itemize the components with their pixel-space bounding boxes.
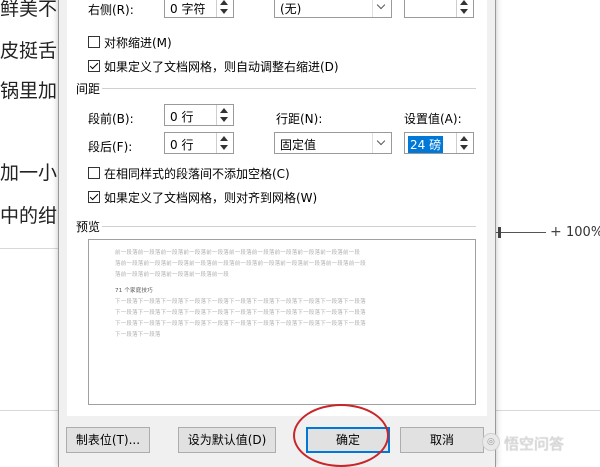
indent-amount-spinner[interactable] [404, 0, 474, 18]
spin-down-icon[interactable] [220, 117, 228, 122]
watermark-text: 悟空问答 [504, 435, 565, 453]
dropdown-button[interactable] [372, 133, 391, 153]
mirror-indent-label[interactable]: 对称缩进(M) [104, 34, 172, 51]
spin-down-icon[interactable] [460, 9, 468, 14]
doc-line: 锅里加 [0, 80, 58, 102]
preview-next-line: 下一段落下一段落下一段落下一段落下一段落下一段落下一段落下一段落下一段落下一段落… [115, 321, 366, 327]
watermark-logo-icon: ◎ [482, 433, 500, 451]
space-after-label: 段后(F): [88, 140, 133, 154]
spinner-arrows[interactable] [456, 133, 473, 153]
tabs-button[interactable]: 制表位(T)... [66, 427, 150, 453]
preview-prev-line: 落前一段落前一段落前一段落前一段落前一段 [115, 272, 230, 278]
set-value-value[interactable]: 24 磅 [408, 136, 444, 153]
set-default-button[interactable]: 设为默认值(D) [178, 427, 276, 453]
spacing-section-title: 间距 [76, 82, 101, 96]
preview-section-title: 预览 [76, 220, 101, 234]
doc-line: 加一小 [0, 162, 58, 184]
spin-up-icon[interactable] [220, 0, 228, 5]
section-divider [102, 88, 476, 89]
auto-right-indent-label[interactable]: 如果定义了文档网格，则自动调整右缩进(D) [104, 58, 339, 75]
spinner-arrows[interactable] [216, 105, 233, 125]
space-after-spinner[interactable]: 0 行 [164, 132, 234, 154]
spin-down-icon[interactable] [460, 145, 468, 150]
spin-down-icon[interactable] [220, 145, 228, 150]
snap-to-grid-label[interactable]: 如果定义了文档网格，则对齐到网格(W) [104, 189, 317, 206]
doc-divider [0, 248, 60, 249]
zoom-control[interactable]: + 100% [494, 224, 600, 242]
right-indent-spinner[interactable]: 0 字符 [164, 0, 234, 18]
spin-up-icon[interactable] [220, 136, 228, 141]
annotation-circle [293, 404, 389, 467]
space-before-spinner[interactable]: 0 行 [164, 104, 234, 126]
section-divider [102, 226, 476, 227]
spin-up-icon[interactable] [460, 0, 468, 5]
auto-right-indent-checkbox[interactable] [88, 60, 100, 72]
chevron-down-icon [376, 136, 386, 146]
no-space-same-style-label[interactable]: 在相同样式的段落间不添加空格(C) [104, 165, 290, 182]
set-value-spinner[interactable]: 24 磅 [404, 132, 474, 154]
special-indent-select[interactable]: (无) [274, 0, 392, 18]
mirror-indent-checkbox[interactable] [88, 36, 100, 48]
zoom-slider-thumb[interactable] [498, 227, 501, 238]
snap-to-grid-checkbox[interactable] [88, 191, 100, 203]
chevron-down-icon [376, 0, 386, 10]
zoom-slider-track[interactable] [494, 232, 546, 233]
zoom-level[interactable]: 100% [566, 225, 600, 240]
space-after-value[interactable]: 0 行 [170, 136, 193, 153]
doc-line: 鲜美不 [0, 0, 58, 20]
watermark: ◎ 悟空问答 [482, 432, 600, 454]
space-before-label: 段前(B): [88, 112, 134, 126]
dropdown-button[interactable] [372, 0, 391, 17]
spinner-arrows[interactable] [216, 133, 233, 153]
set-value-label: 设置值(A): [404, 112, 462, 126]
line-spacing-select[interactable]: 固定值 [274, 132, 392, 154]
right-indent-label: 右侧(R): [88, 3, 134, 17]
spinner-arrows[interactable] [216, 0, 233, 17]
space-before-value[interactable]: 0 行 [170, 108, 193, 125]
line-spacing-label: 行距(N): [276, 112, 323, 126]
no-space-same-style-checkbox[interactable] [88, 167, 100, 179]
doc-line: 皮挺舌 [0, 40, 58, 62]
preview-main-text: 71 个家庭技巧 [115, 288, 153, 294]
spin-down-icon[interactable] [220, 9, 228, 14]
line-spacing-value[interactable]: 固定值 [280, 136, 316, 153]
preview-next-line: 下一段落下一段落下一段落下一段落下一段落下一段落下一段落下一段落下一段落下一段落… [115, 299, 366, 305]
zoom-in-icon[interactable]: + [550, 224, 562, 240]
cancel-button[interactable]: 取消 [400, 427, 484, 453]
special-indent-value[interactable]: (无) [280, 0, 301, 17]
preview-next-line: 下一段落下一段落 [115, 332, 161, 338]
preview-next-line: 下一段落下一段落下一段落下一段落下一段落下一段落下一段落下一段落下一段落下一段落… [115, 310, 366, 316]
paragraph-preview: 前一段落前一段落前一段落前一段落前一段落前一段落前一段落前一段落前一段落前一段落… [88, 239, 476, 405]
right-indent-value[interactable]: 0 字符 [170, 0, 205, 17]
spin-up-icon[interactable] [220, 108, 228, 113]
spin-up-icon[interactable] [460, 136, 468, 141]
spinner-arrows[interactable] [456, 0, 473, 17]
preview-prev-line: 前一段落前一段落前一段落前一段落前一段落前一段落前一段落前一段落前一段落前一段落… [115, 250, 361, 256]
preview-prev-line: 落前一段落前一段落前一段落前一段落前一段落前一段落前一段落前一段落前一段落前一段… [115, 261, 366, 267]
doc-line: 中的绀 [0, 205, 58, 227]
